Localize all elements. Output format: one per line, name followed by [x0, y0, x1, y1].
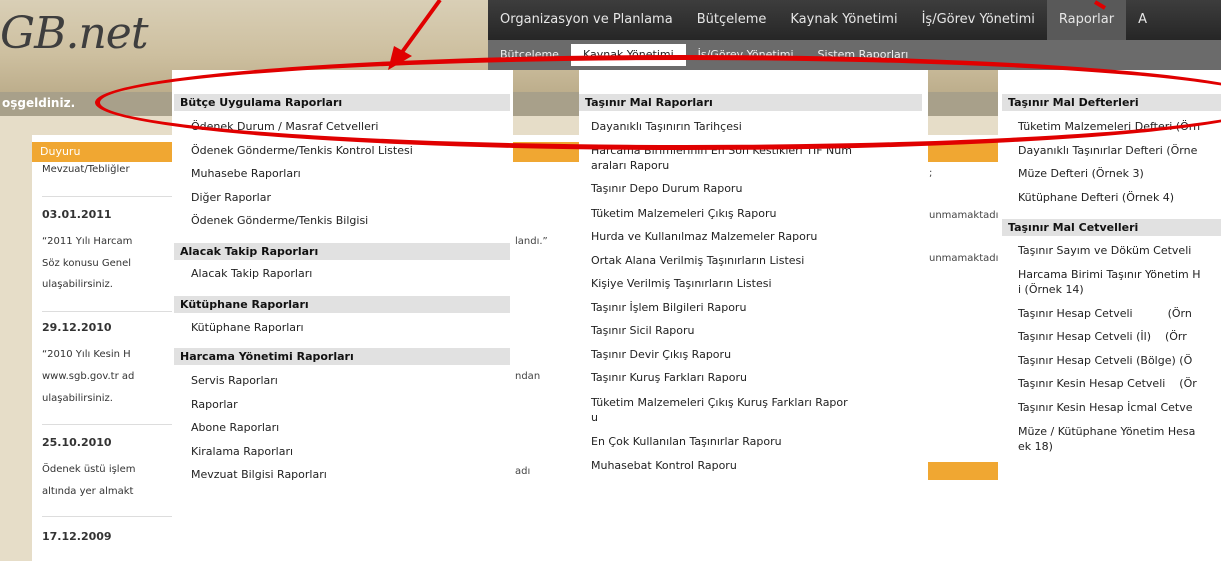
annotation-arrow-right [1093, 0, 1107, 10]
annotation-arrow-left [398, 0, 442, 57]
annotation-arrowhead-left [388, 46, 412, 70]
annotation-arrows [388, 0, 1107, 70]
